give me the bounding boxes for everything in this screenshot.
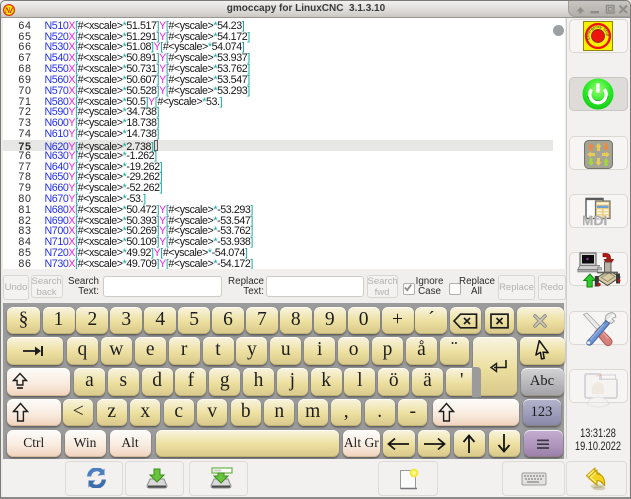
- svg-text:MDI: MDI: [583, 212, 607, 228]
